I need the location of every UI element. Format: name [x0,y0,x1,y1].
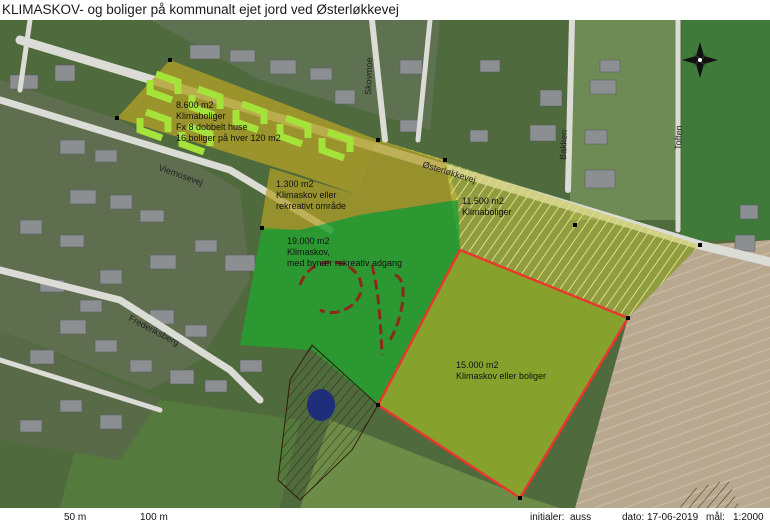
building [189,44,221,60]
road-label-bakken: Bakken [558,130,569,160]
area-label-line: 11.500 m2 [462,196,504,206]
map-page: KLIMASKOV- og boliger på kommunalt ejet … [0,0,770,528]
scale-50m: 50 m [64,512,87,523]
boundary-marker [443,158,447,162]
building [239,359,263,373]
area-label-line: Klimaboliger [462,207,512,217]
building [399,119,419,133]
building [309,67,333,81]
building [584,169,616,189]
building [184,324,208,338]
building [94,339,118,353]
area-label-line: 16 boliger på hver 120 m2 [176,133,281,143]
boundary-marker [260,226,264,230]
area-label-line: med bynær rekreativ adgang [287,258,402,268]
building [99,414,123,430]
building [94,149,118,163]
building [399,59,423,75]
building [69,189,97,205]
building [19,219,43,235]
area-label-line: 1.300 m2 [276,179,314,189]
building [469,129,489,143]
area-label-line: 8.600 m2 [176,100,214,110]
date-label: dato: [622,512,645,523]
area-label-line: 15.000 m2 [456,360,499,370]
building [599,59,621,73]
building [79,299,103,313]
scale-value: 1:2000 [733,512,764,523]
building [29,349,55,365]
boundary-marker [168,58,172,62]
building [194,239,218,253]
road-label-toften: Toften [673,125,684,150]
building [584,129,608,145]
area-label-line: Klimaskov, [287,247,330,257]
pond [307,389,335,421]
building [59,319,87,335]
boundary-marker [698,243,702,247]
building [169,369,195,385]
building [529,124,557,142]
boundary-marker [626,316,630,320]
building [204,379,228,393]
boundary-marker [376,138,380,142]
area-label-line: Klimaskov eller boliger [456,371,546,381]
building [739,204,759,220]
boundary-marker [573,223,577,227]
area-label-line: Fx 8 dobbelt huse [176,122,248,132]
building [54,64,76,82]
building [139,209,165,223]
field [570,20,680,220]
building [99,269,123,285]
area-label-line: 19.000 m2 [287,236,330,246]
initials-value: auss [570,512,592,523]
map-footer: 50 m 100 m initialer: auss dato: 17-06-2… [0,508,770,528]
boundary-marker [115,116,119,120]
building [149,254,177,270]
building [734,234,756,252]
building [229,49,256,63]
initials-label: initialer: [530,512,565,523]
building [224,254,256,272]
map-title: KLIMASKOV- og boliger på kommunalt ejet … [2,2,399,17]
building [269,59,297,75]
building [59,234,85,248]
area-label-line: rekreativt område [276,201,346,211]
road-label-skovmoe: Skovmoe [363,57,374,95]
area-label-line: Klimaboliger [176,111,226,121]
building [334,89,356,105]
building [59,139,86,155]
building [129,359,153,373]
building [479,59,501,73]
date-value: 17-06-2019 [647,512,699,523]
boundary-marker [518,496,522,500]
map-canvas[interactable]: Østerløkkevej Viemosevej Skovmoe Bakken … [0,17,770,508]
scale-label: mål: [706,512,725,523]
building [59,399,83,413]
building [19,419,43,433]
boundary-marker [376,403,380,407]
building [589,79,617,95]
scale-100m: 100 m [140,512,168,523]
building [109,194,133,210]
area-label-line: Klimaskov eller [276,190,337,200]
building [539,89,563,107]
